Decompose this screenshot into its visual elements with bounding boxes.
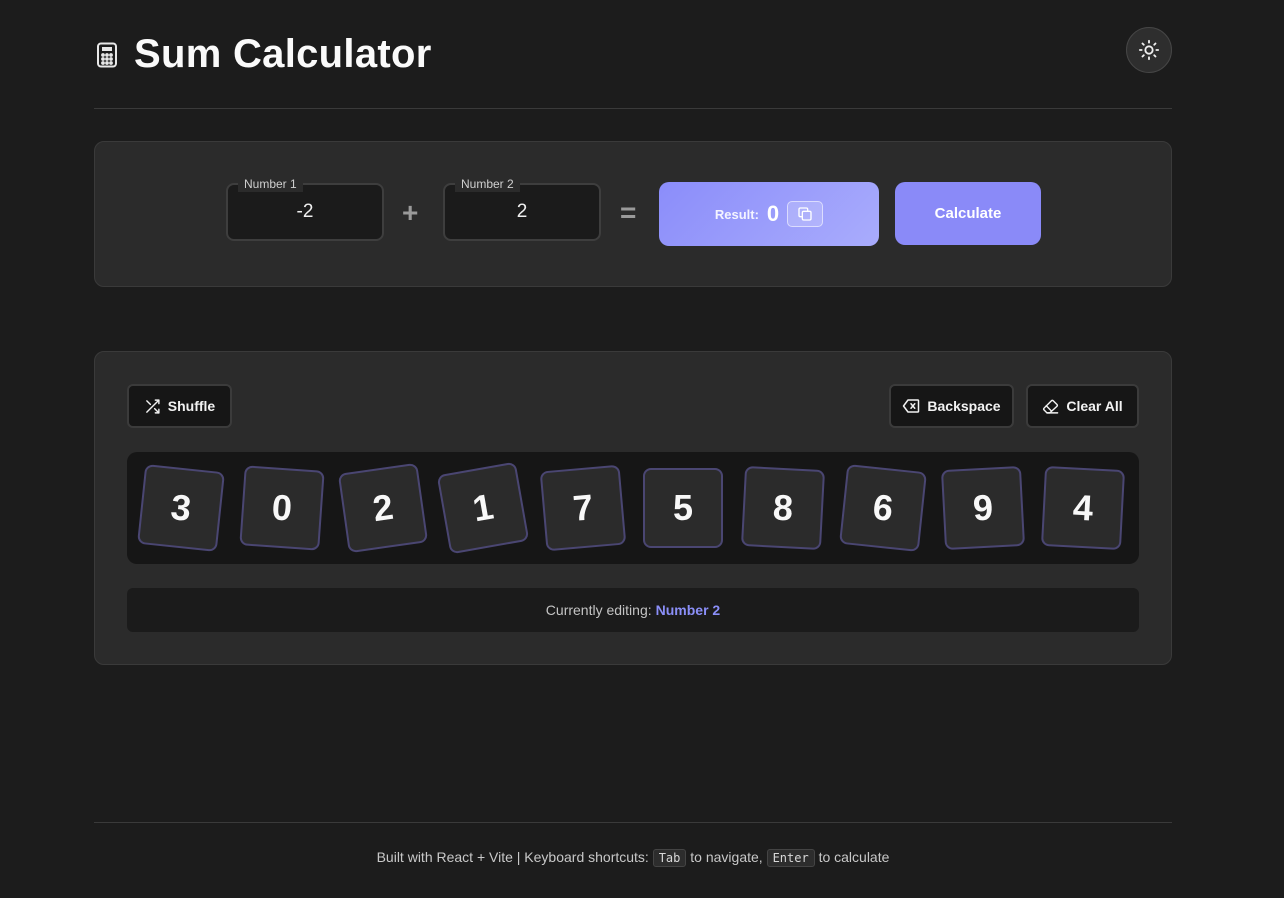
- editing-status: Currently editing: Number 2: [127, 588, 1139, 632]
- digit-tile[interactable]: 0: [239, 465, 325, 551]
- calculator-card: Number 1 + Number 2 = Result: 0 Calculat…: [94, 141, 1172, 287]
- digit-tile[interactable]: 9: [940, 465, 1026, 551]
- backspace-button[interactable]: Backspace: [889, 384, 1014, 428]
- tab-key-hint: Tab: [652, 849, 687, 867]
- keypad-card: Shuffle Backspace Clear All 3 0 2 1 7 5 …: [94, 351, 1172, 665]
- backspace-icon: [902, 398, 927, 414]
- page-title: Sum Calculator: [134, 32, 432, 76]
- digit-tiles: 3 0 2 1 7 5 8 6 9 4: [127, 452, 1139, 564]
- digit-tile[interactable]: 8: [740, 465, 826, 551]
- copy-result-button[interactable]: [787, 201, 824, 227]
- calculate-button[interactable]: Calculate: [895, 182, 1041, 245]
- number1-field[interactable]: Number 1: [226, 176, 384, 241]
- digit-tile[interactable]: 7: [539, 464, 627, 552]
- digit-tile[interactable]: 2: [337, 462, 429, 554]
- digit-tile[interactable]: 4: [1040, 465, 1126, 551]
- plus-operator: +: [402, 197, 419, 228]
- number2-label: Number 2: [455, 176, 520, 192]
- clear-all-button[interactable]: Clear All: [1026, 384, 1139, 428]
- digit-tile[interactable]: 5: [643, 468, 723, 548]
- status-target: Number 2: [655, 602, 721, 618]
- footer-suffix: to calculate: [818, 849, 890, 865]
- result-box: Result: 0: [659, 182, 879, 246]
- equals-sign: =: [620, 197, 637, 228]
- number1-input[interactable]: [228, 185, 382, 239]
- status-prefix: Currently editing:: [545, 602, 652, 618]
- eraser-icon: [1042, 398, 1066, 415]
- number2-input[interactable]: [445, 185, 599, 239]
- number2-field[interactable]: Number 2: [443, 176, 601, 241]
- sun-icon: [1138, 39, 1160, 61]
- digit-tile[interactable]: 3: [137, 464, 225, 552]
- app-header: Sum Calculator: [94, 20, 1172, 109]
- number1-label: Number 1: [238, 176, 303, 192]
- digit-tile[interactable]: 1: [436, 461, 530, 555]
- calculator-icon: [94, 42, 120, 68]
- footer: Built with React + Vite | Keyboard short…: [94, 822, 1172, 867]
- shuffle-label: Shuffle: [167, 398, 216, 414]
- clear-all-label: Clear All: [1066, 398, 1123, 414]
- shuffle-icon: [144, 398, 168, 415]
- enter-key-hint: Enter: [766, 849, 815, 867]
- footer-text: Built with React + Vite | Keyboard short…: [94, 849, 1172, 867]
- footer-mid: to navigate,: [690, 849, 763, 865]
- copy-icon: [797, 206, 813, 222]
- shuffle-button[interactable]: Shuffle: [127, 384, 232, 428]
- footer-prefix: Built with React + Vite | Keyboard short…: [376, 849, 649, 865]
- digit-tile[interactable]: 6: [839, 464, 927, 552]
- title-group: Sum Calculator: [94, 32, 432, 77]
- theme-toggle-button[interactable]: [1126, 27, 1172, 73]
- backspace-label: Backspace: [927, 398, 1001, 414]
- result-value: 0: [766, 201, 780, 226]
- result-label: Result:: [714, 206, 759, 222]
